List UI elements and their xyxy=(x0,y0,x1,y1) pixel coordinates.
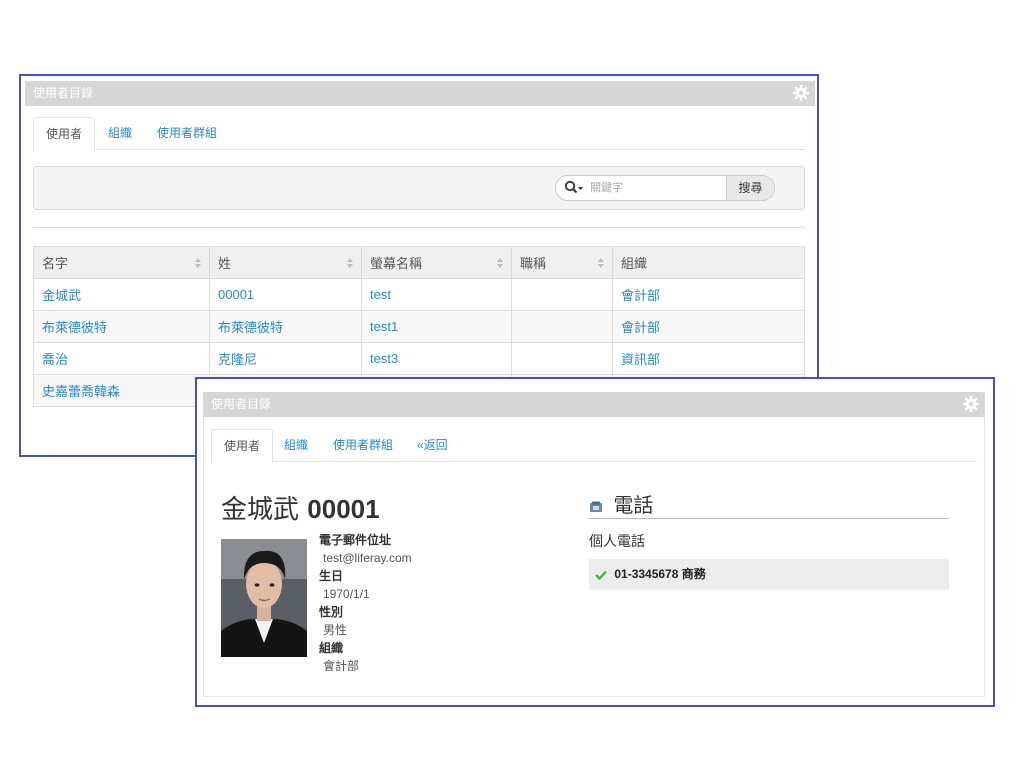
tab-bar: 使用者 組織 使用者群組 xyxy=(33,117,805,151)
cell-organization[interactable]: 資訊部 xyxy=(612,342,805,375)
user-detail-portlet: 使用者目錄 使用者 組織 使用者群組 «返回 金城武 00001 電子郵件位址 … xyxy=(195,377,995,707)
tab-user-groups[interactable]: 使用者群組 xyxy=(157,117,217,150)
portlet-titlebar: 使用者目錄 xyxy=(203,392,985,417)
cell-screen-name[interactable]: test1 xyxy=(361,310,512,343)
gear-icon[interactable] xyxy=(963,396,979,412)
search-icon[interactable] xyxy=(564,180,584,196)
birthday-label: 生日 xyxy=(319,569,344,583)
cell-screen-name[interactable]: test3 xyxy=(361,342,512,375)
cell-first-name[interactable]: 史嘉蕾喬韓森 xyxy=(33,374,210,407)
tab-organizations[interactable]: 組織 xyxy=(108,117,132,150)
table-row: 金城武 00001 test 會計部 xyxy=(33,278,805,311)
organization-label: 組織 xyxy=(319,641,344,655)
phone-icon xyxy=(590,501,602,512)
cell-organization[interactable]: 會計部 xyxy=(612,278,805,311)
check-icon xyxy=(595,570,607,580)
birthday-value: 1970/1/1 xyxy=(323,587,370,601)
column-header-organization: 組織 xyxy=(612,246,805,279)
table-row: 喬治 克隆尼 test3 資訊部 xyxy=(33,342,805,375)
tab-users[interactable]: 使用者 xyxy=(33,117,96,151)
user-last-name: 00001 xyxy=(307,494,380,524)
cell-organization[interactable]: 會計部 xyxy=(612,310,805,343)
email-label: 電子郵件位址 xyxy=(319,533,392,547)
sort-icon xyxy=(598,258,604,268)
tab-user-groups[interactable]: 使用者群組 xyxy=(333,429,393,462)
organization-value: 會計部 xyxy=(323,659,360,673)
cell-last-name[interactable]: 克隆尼 xyxy=(209,342,362,375)
user-portrait xyxy=(221,539,307,657)
column-header-last-name[interactable]: 姓 xyxy=(209,246,362,279)
portlet-title: 使用者目錄 xyxy=(33,86,94,100)
phone-heading-text: 電話 xyxy=(613,493,654,517)
cell-first-name[interactable]: 金城武 xyxy=(33,278,210,311)
phone-section: 電話 個人電話 01-3345678 商務 xyxy=(589,489,949,590)
cell-first-name[interactable]: 布萊德彼特 xyxy=(33,310,210,343)
search-box: 搜尋 xyxy=(555,175,775,201)
sort-icon xyxy=(347,258,353,268)
tab-organizations[interactable]: 組織 xyxy=(284,429,308,462)
sort-icon xyxy=(195,258,201,268)
table-row: 布萊德彼特 布萊德彼特 test1 會計部 xyxy=(33,310,805,343)
cell-job-title xyxy=(511,278,613,311)
search-input[interactable] xyxy=(590,179,720,197)
divider xyxy=(33,227,805,228)
cell-screen-name[interactable]: test xyxy=(361,278,512,311)
gender-value: 男性 xyxy=(323,623,348,637)
user-full-name: 金城武 00001 xyxy=(221,489,380,526)
cell-job-title xyxy=(511,342,613,375)
phone-heading: 電話 xyxy=(589,489,949,519)
cell-job-title xyxy=(511,310,613,343)
table-header-row: 名字 姓 螢幕名稱 職稱 組織 xyxy=(33,246,805,279)
column-header-screen-name[interactable]: 螢幕名稱 xyxy=(361,246,512,279)
user-info-fields: 電子郵件位址 test@liferay.com 生日 1970/1/1 性別 男… xyxy=(319,531,412,675)
tab-users[interactable]: 使用者 xyxy=(211,429,274,463)
search-toolbar: 搜尋 xyxy=(33,166,805,210)
phone-number: 01-3345678 xyxy=(614,567,679,581)
back-link[interactable]: «返回 xyxy=(417,429,448,462)
search-button[interactable]: 搜尋 xyxy=(726,176,774,200)
sort-icon xyxy=(497,258,503,268)
tab-bar: 使用者 組織 使用者群組 «返回 xyxy=(211,429,977,463)
portlet-title: 使用者目錄 xyxy=(211,397,272,411)
gender-label: 性別 xyxy=(319,605,344,619)
column-header-job-title[interactable]: 職稱 xyxy=(511,246,613,279)
personal-phone-subheading: 個人電話 xyxy=(589,533,645,549)
cell-last-name[interactable]: 布萊德彼特 xyxy=(209,310,362,343)
user-first-name: 金城武 xyxy=(221,495,300,525)
gear-icon[interactable] xyxy=(793,85,809,101)
phone-type: 商務 xyxy=(681,567,706,581)
cell-last-name[interactable]: 00001 xyxy=(209,278,362,311)
portlet-titlebar: 使用者目錄 xyxy=(25,81,815,106)
cell-first-name[interactable]: 喬治 xyxy=(33,342,210,375)
column-header-first-name[interactable]: 名字 xyxy=(33,246,210,279)
email-value: test@liferay.com xyxy=(323,551,412,565)
phone-entry: 01-3345678 商務 xyxy=(589,559,949,590)
